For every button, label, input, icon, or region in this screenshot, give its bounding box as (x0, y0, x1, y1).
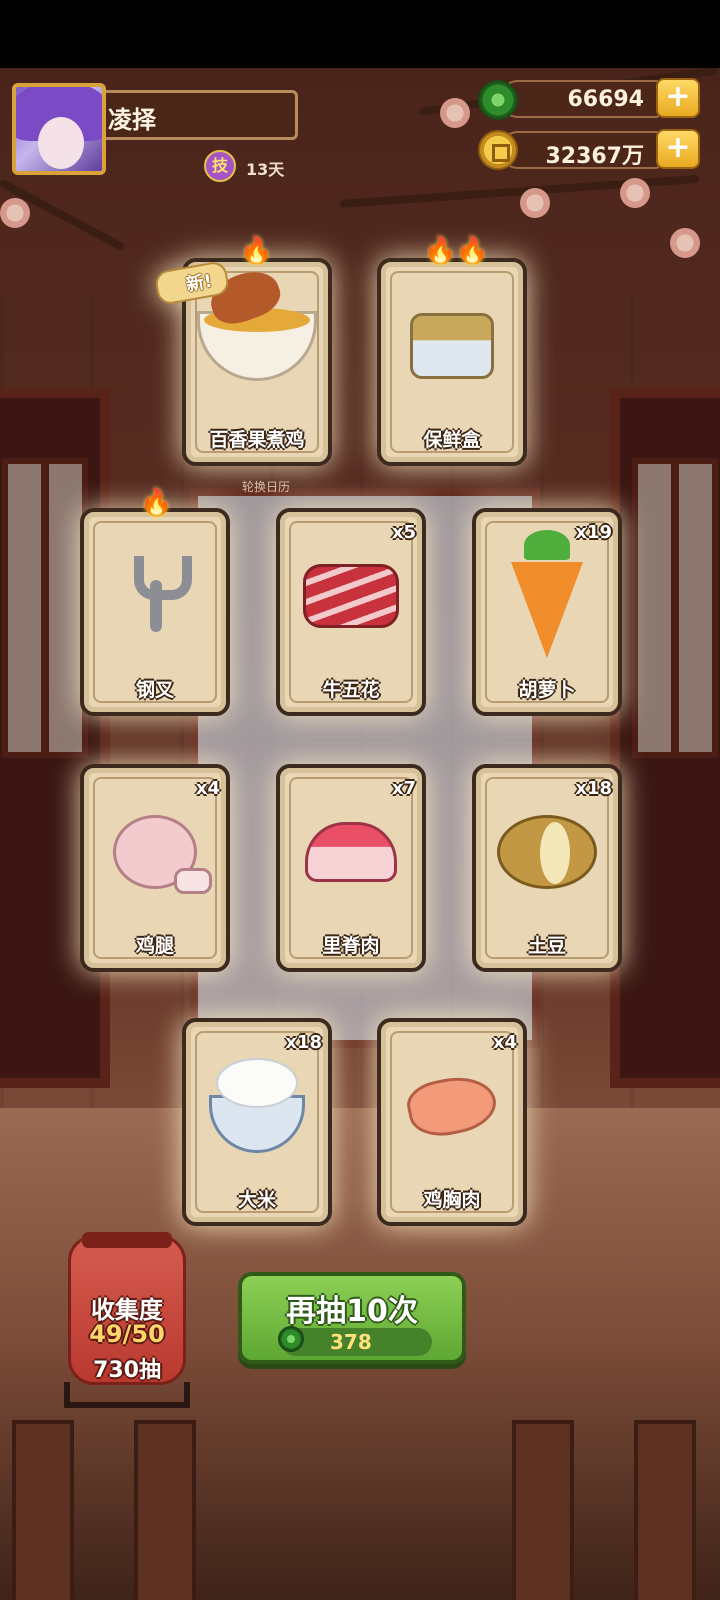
fence-post (12, 1420, 74, 1600)
card-count: x18 (285, 1032, 322, 1053)
right-door (610, 388, 720, 1088)
collection-progress: 49/50 (89, 1320, 165, 1348)
card-name: 胡萝卜 (518, 679, 576, 701)
draw-cost: 378 (330, 1330, 372, 1354)
fence-post (134, 1420, 196, 1600)
avatar-face (38, 117, 84, 169)
blossom-flower (620, 178, 650, 208)
draw-again-label: 再抽10次 (286, 1294, 418, 1329)
card-count: x4 (492, 1032, 517, 1053)
left-door (0, 388, 110, 1088)
blossom-flower (0, 198, 30, 228)
add-coin-button[interactable]: + (656, 129, 700, 169)
card-carrot[interactable]: x19 胡萝卜 (472, 508, 622, 716)
card-beef[interactable]: x5 牛五花 (276, 508, 426, 716)
coin-icon (478, 130, 518, 170)
loin-icon (305, 822, 397, 882)
card-name: 里脊肉 (322, 935, 380, 957)
card-name: 牛五花 (322, 679, 380, 701)
chicken-soup-icon (197, 263, 317, 381)
skill-badge-icon[interactable]: 技 (204, 150, 236, 182)
skill-days: 13天 (246, 160, 285, 179)
drumstick-icon (113, 815, 212, 894)
card-count: x5 (391, 522, 416, 543)
fork-icon (132, 556, 192, 636)
card-name: 鸡胸肉 (423, 1189, 481, 1211)
coin-value: 32367万 (545, 144, 644, 169)
blossom-flower (670, 228, 700, 258)
jade-icon (478, 80, 518, 120)
card-name: 钢叉 (135, 679, 174, 701)
card-potato[interactable]: x18 土豆 (472, 764, 622, 972)
flame-icon: 🔥 (140, 488, 173, 518)
card-count: x7 (391, 778, 416, 799)
carrot-icon (511, 548, 583, 658)
card-name: 保鲜盒 (423, 429, 481, 451)
card-rice[interactable]: x18 大米 (182, 1018, 332, 1226)
chicken-breast-icon (403, 1069, 501, 1143)
card-name: 土豆 (527, 935, 566, 957)
card-count: x18 (575, 778, 612, 799)
card-name: 鸡腿 (135, 935, 174, 957)
card-chicken-soup[interactable]: 新! 百香果煮鸡 (153, 258, 332, 466)
rotation-calendar-label: 轮换日历 (242, 480, 291, 494)
lantern-cap (82, 1232, 172, 1248)
player-avatar[interactable] (12, 83, 106, 175)
card-chicken-breast[interactable]: x4 鸡胸肉 (377, 1018, 527, 1226)
card-loin[interactable]: x7 里脊肉 (276, 764, 426, 972)
fence-post (512, 1420, 574, 1600)
potato-icon (497, 815, 597, 889)
player-name: 凌择 (108, 106, 156, 134)
jade-icon (278, 1326, 304, 1352)
card-count: x4 (195, 778, 220, 799)
beef-icon (303, 564, 399, 628)
rice-icon (209, 1058, 305, 1153)
draw-again-button[interactable]: 再抽10次 378 (238, 1272, 466, 1364)
flame-icon: 🔥🔥 (424, 236, 489, 266)
coin-currency-bar: 32367万 (500, 131, 660, 169)
jade-value: 66694 (567, 87, 644, 112)
jade-currency-bar: 66694 (500, 80, 660, 118)
card-name: 百香果煮鸡 (209, 429, 305, 451)
card-drumstick[interactable]: x4 鸡腿 (80, 764, 230, 972)
food-container-icon (410, 313, 494, 379)
card-name: 大米 (237, 1189, 276, 1211)
card-fork[interactable]: 钢叉 (80, 508, 230, 716)
card-food-container[interactable]: 保鲜盒 (377, 258, 527, 466)
add-jade-button[interactable]: + (656, 78, 700, 118)
blossom-flower (520, 188, 550, 218)
right-door-window (632, 458, 718, 758)
blossom-flower (440, 98, 470, 128)
flame-icon: 🔥 (240, 236, 273, 266)
card-count: x19 (575, 522, 612, 543)
collection-draws: 730抽 (93, 1358, 161, 1383)
lantern-stand (64, 1382, 190, 1408)
left-door-window (2, 458, 88, 758)
fence-post (634, 1420, 696, 1600)
